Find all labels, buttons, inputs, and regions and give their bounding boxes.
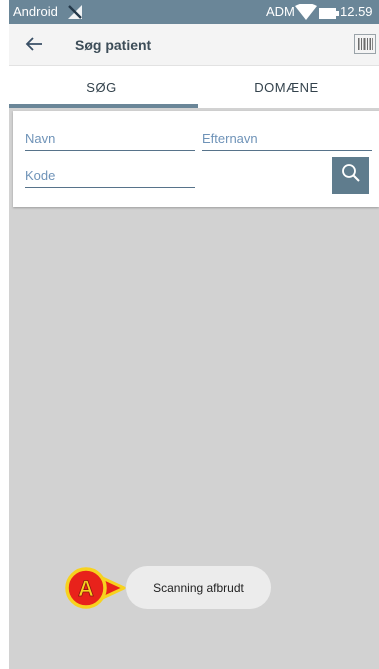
field-underline (25, 150, 195, 151)
search-form-card: Navn Efternavn Kode (13, 111, 379, 207)
callout-a-marker: A (62, 566, 128, 617)
operator-label: ADM (266, 4, 295, 19)
carrier-label: Android (13, 4, 58, 19)
tab-domain[interactable]: DOMÆNE (194, 66, 379, 108)
no-sim-icon (66, 3, 84, 24)
field-underline (25, 187, 195, 188)
wifi-icon (295, 3, 317, 23)
barcode-scan-icon[interactable] (354, 34, 376, 59)
first-name-field[interactable]: Navn (25, 131, 195, 151)
app-bar: Søg patient (9, 24, 379, 66)
last-name-placeholder: Efternavn (202, 131, 258, 146)
battery-icon (319, 7, 339, 22)
code-placeholder: Kode (25, 168, 56, 183)
clock: 12.59 (340, 4, 373, 19)
tab-bar: SØG DOMÆNE (9, 66, 379, 108)
magnifier-icon (341, 163, 361, 188)
status-bar: Android ADM 12.59 (9, 0, 379, 24)
arrow-left-icon[interactable] (25, 36, 43, 57)
search-button[interactable] (332, 157, 369, 194)
last-name-field[interactable]: Efternavn (202, 131, 372, 151)
first-name-placeholder: Navn (25, 131, 56, 146)
tab-search[interactable]: SØG (9, 66, 194, 108)
callout-letter: A (78, 576, 94, 601)
code-field[interactable]: Kode (25, 168, 195, 188)
active-tab-indicator (9, 104, 198, 108)
field-underline (202, 150, 372, 151)
toast-message: Scanning afbrudt (126, 566, 271, 609)
page-title: Søg patient (75, 37, 152, 53)
